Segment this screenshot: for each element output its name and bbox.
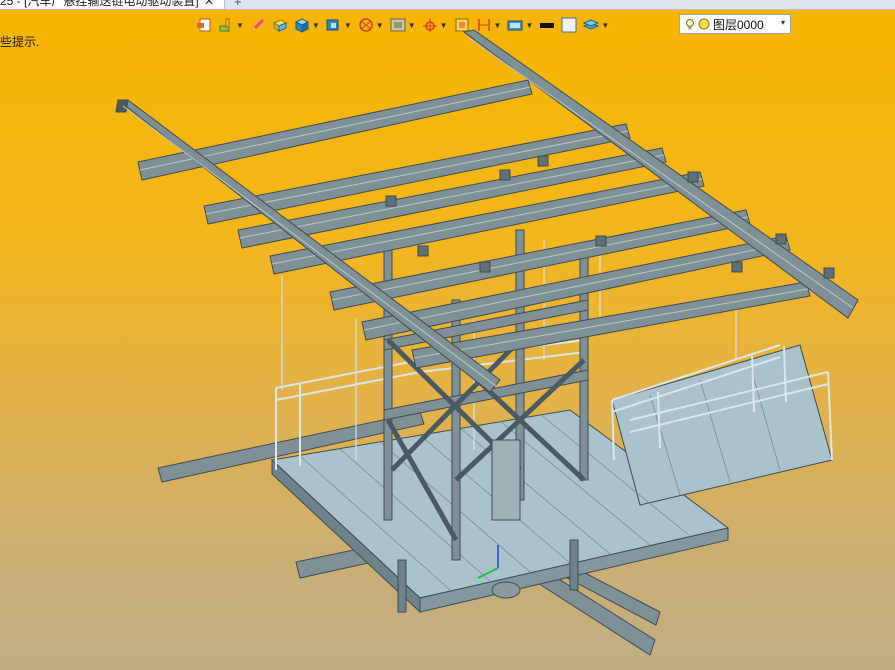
close-tab-icon[interactable]: ✕ xyxy=(204,0,214,8)
close-file-icon xyxy=(197,18,211,32)
cad-model-viewport[interactable] xyxy=(0,0,895,670)
white-fill-icon xyxy=(561,17,577,33)
cube-button[interactable]: ▼ xyxy=(294,14,320,36)
black-fill-button[interactable] xyxy=(539,14,555,36)
layer-name: 图层0000 xyxy=(713,17,764,32)
section-button[interactable]: ▼ xyxy=(358,14,384,36)
light-bulb-icon[interactable] xyxy=(685,18,695,31)
layer-stack-icon xyxy=(583,19,600,30)
dimension-button[interactable]: ▼ xyxy=(476,14,502,36)
document-tab-bar: 25 - [汽车厂悬挂输送链电动驱动装置] ✕ + xyxy=(0,0,895,10)
new-tab-icon[interactable]: + xyxy=(234,0,242,9)
layer-stack-button[interactable]: ▼ xyxy=(583,14,609,36)
document-tab[interactable]: 25 - [汽车厂悬挂输送链电动驱动装置] xyxy=(0,0,225,9)
view-cube-icon xyxy=(326,19,339,31)
render-button[interactable]: ▼ xyxy=(507,14,533,36)
fit-view-button[interactable] xyxy=(454,14,470,36)
chevron-down-icon: ▼ xyxy=(343,20,352,30)
paint-brush-icon xyxy=(219,18,230,32)
fit-view-icon xyxy=(455,18,469,32)
steel-structure-model xyxy=(115,29,859,656)
view-cube-button[interactable]: ▼ xyxy=(326,14,352,36)
chevron-down-icon: ▼ xyxy=(236,20,244,30)
black-fill-icon xyxy=(540,23,555,28)
frame-icon xyxy=(390,18,406,32)
pencil-button[interactable] xyxy=(250,14,266,36)
dimension-icon xyxy=(477,19,490,31)
chevron-down-icon: ▼ xyxy=(407,20,416,30)
white-fill-button[interactable] xyxy=(561,14,577,36)
coordinate-icon xyxy=(422,18,437,32)
box-edit-icon xyxy=(272,19,288,32)
close-file-button[interactable] xyxy=(196,14,212,36)
frame-button[interactable]: ▼ xyxy=(390,14,416,36)
paint-brush-button[interactable]: ▼ xyxy=(218,14,244,36)
coordinate-button[interactable]: ▼ xyxy=(422,14,448,36)
section-icon xyxy=(358,18,373,32)
layer-select[interactable]: 图层0000 ▾ xyxy=(679,14,791,34)
pencil-icon xyxy=(251,18,264,32)
box-edit-button[interactable] xyxy=(272,14,288,36)
chevron-down-icon: ▼ xyxy=(525,20,534,30)
cube-icon xyxy=(294,18,310,33)
document-tab-title: 25 - [汽车厂悬挂输送链电动驱动装置] xyxy=(0,0,199,8)
render-icon xyxy=(507,20,523,31)
chevron-down-icon: ▼ xyxy=(601,20,610,30)
chevron-down-icon: ▼ xyxy=(375,20,384,30)
status-hint: 些提示. xyxy=(0,35,40,49)
chevron-down-icon: ▼ xyxy=(311,20,320,30)
sun-icon[interactable] xyxy=(698,18,710,30)
chevron-down-icon: ▼ xyxy=(439,20,448,30)
view-toolbar: ▼ ▼ ▼ ▼ ▼ ▼ ▼ ▼ ▼ xyxy=(196,13,615,37)
chevron-down-icon: ▼ xyxy=(493,20,502,30)
chevron-down-icon[interactable]: ▾ xyxy=(781,18,785,27)
